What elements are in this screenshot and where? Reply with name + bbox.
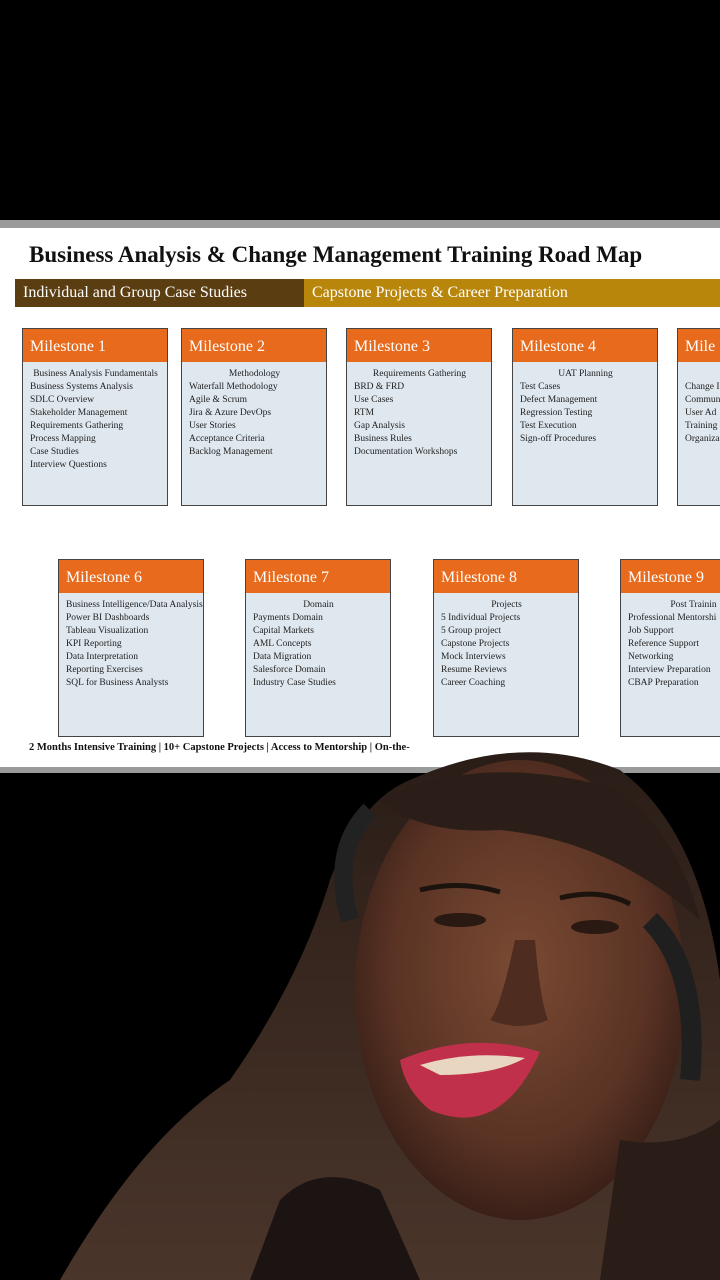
milestone-item: RTM (354, 408, 375, 418)
milestone-item: Jira & Azure DevOps (189, 408, 272, 418)
milestone-item: Networking (628, 652, 674, 662)
milestone-item: Reference Support (628, 639, 699, 649)
milestone-item: 5 Group project (441, 626, 502, 636)
milestone-item: Defect Management (520, 395, 598, 405)
milestone-item: BRD & FRD (354, 382, 405, 392)
milestone-item: Regression Testing (520, 408, 593, 418)
milestone-subtitle: Post Trainin (670, 600, 717, 610)
milestone-card: Milestone 2 Methodology Waterfall Methodol… (181, 328, 327, 506)
milestone-item: Business Systems Analysis (30, 382, 133, 392)
milestone-card: Milestone 8 Projects 5 Individual Projects… (433, 559, 579, 737)
milestone-item: 5 Individual Projects (441, 613, 521, 623)
milestone-subtitle: Methodology (228, 369, 281, 379)
presenter-video (60, 752, 720, 1280)
milestone-card: Milestone 4 UAT Planning Test Cases Defect … (512, 328, 658, 506)
milestone-subtitle: UAT Planning (558, 369, 613, 379)
milestone-title: Milestone 6 (59, 560, 203, 593)
milestone-subtitle: Requirements Gathering (372, 369, 467, 379)
milestone-subtitle: Domain (303, 600, 334, 610)
milestone-item: Data Migration (253, 652, 312, 662)
band-capstone: Capstone Projects & Career Preparation (304, 279, 720, 307)
milestone-item: Stakeholder Management (30, 408, 128, 418)
milestone-card: Milestone 9 Post Trainin Professional Ment… (620, 559, 720, 737)
milestone-title: Milestone 9 (621, 560, 720, 593)
milestone-subtitle: Business Analysis Fundamentals (33, 369, 158, 379)
milestone-item: Mock Interviews (441, 652, 506, 662)
milestone-subtitle: C (685, 368, 720, 381)
milestone-title: Milestone 4 (513, 329, 657, 362)
milestone-item: Data Interpretation (66, 652, 139, 662)
milestone-item: Capital Markets (253, 626, 314, 636)
milestone-item: Reporting Exercises (66, 665, 143, 675)
milestone-item: CBAP Preparation (628, 678, 699, 688)
milestone-body: Business Intelligence/Data Analysis Power… (59, 593, 203, 690)
milestone-item: Test Execution (520, 421, 577, 431)
milestone-card: Milestone 6 Business Intelligence/Data An… (58, 559, 204, 737)
milestone-body: UAT Planning Test Cases Defect Management R… (513, 362, 657, 446)
milestone-item: Case Studies (30, 447, 79, 457)
milestone-item: KPI Reporting (66, 639, 122, 649)
milestone-item: Interview Questions (30, 460, 107, 470)
milestone-card: Milestone 1 Business Analysis Fundamental… (22, 328, 168, 506)
milestone-card: Milestone 7 Domain Payments Domain Capital … (245, 559, 391, 737)
milestone-item: Gap Analysis (354, 421, 405, 431)
milestone-title: Milestone 3 (347, 329, 491, 362)
milestone-body: Projects 5 Individual Projects 5 Group pro… (434, 593, 578, 690)
milestone-subtitle: Projects (491, 600, 522, 610)
milestone-body: Domain Payments Domain Capital Markets AML … (246, 593, 390, 690)
milestone-item: Interview Preparation (628, 665, 711, 675)
milestone-item: Backlog Management (189, 447, 273, 457)
milestone-body: CChange I Commun User Ad Training Organiza (678, 362, 720, 446)
milestone-item: Tableau Visualization (66, 626, 149, 636)
milestone-item: Process Mapping (30, 434, 96, 444)
milestone-item: Training (685, 421, 718, 431)
milestone-item: Career Coaching (441, 678, 506, 688)
milestone-item: Agile & Scrum (189, 395, 248, 405)
milestone-card: Mile CChange I Commun User Ad Training Organi… (677, 328, 720, 506)
milestone-item: Business Rules (354, 434, 412, 444)
milestone-body: Requirements Gathering BRD & FRD Use Cases… (347, 362, 491, 459)
milestone-item: Resume Reviews (441, 665, 507, 675)
milestone-item: Payments Domain (253, 613, 323, 623)
milestone-item: AML Concepts (253, 639, 312, 649)
slide-title: Business Analysis & Change Management Tr… (29, 242, 643, 267)
milestone-item: Change I (685, 382, 720, 392)
milestone-title: Milestone 8 (434, 560, 578, 593)
milestone-subtitle: Business Intelligence/Data Analysis (66, 600, 203, 610)
milestone-item: Requirements Gathering (30, 421, 124, 431)
milestone-item: User Ad (685, 408, 717, 418)
milestone-body: Methodology Waterfall Methodology Agile & … (182, 362, 326, 459)
milestone-item: Test Cases (520, 382, 561, 392)
milestone-item: SDLC Overview (30, 395, 95, 405)
milestone-item: Acceptance Criteria (189, 434, 265, 444)
milestone-card: Milestone 3 Requirements Gathering BRD & F… (346, 328, 492, 506)
milestone-item: Industry Case Studies (253, 678, 336, 688)
milestone-item: Waterfall Methodology (189, 382, 278, 392)
milestone-item: Professional Mentorshi (628, 613, 717, 623)
roadmap-slide: Business Analysis & Change Management Tr… (0, 220, 720, 773)
band-case-studies: Individual and Group Case Studies (15, 279, 304, 307)
milestone-title: Milestone 2 (182, 329, 326, 362)
milestone-item: Capstone Projects (441, 639, 510, 649)
milestone-item: Power BI Dashboards (66, 613, 150, 623)
milestone-item: SQL for Business Analysts (66, 678, 169, 688)
milestone-body: Business Analysis Fundamentals Business S… (23, 362, 167, 472)
milestone-item: Commun (685, 395, 720, 405)
milestone-item: Sign-off Procedures (520, 434, 597, 444)
milestone-item: User Stories (189, 421, 236, 431)
milestone-item: Documentation Workshops (354, 447, 458, 457)
milestone-item: Organiza (685, 434, 720, 444)
milestone-item: Salesforce Domain (253, 665, 326, 675)
milestone-item: Job Support (628, 626, 674, 636)
milestone-body: Post Trainin Professional Mentorshi Job Su… (621, 593, 720, 690)
milestone-item: Use Cases (354, 395, 394, 405)
milestone-title: Mile (678, 329, 720, 362)
milestone-title: Milestone 7 (246, 560, 390, 593)
milestone-title: Milestone 1 (23, 329, 167, 362)
